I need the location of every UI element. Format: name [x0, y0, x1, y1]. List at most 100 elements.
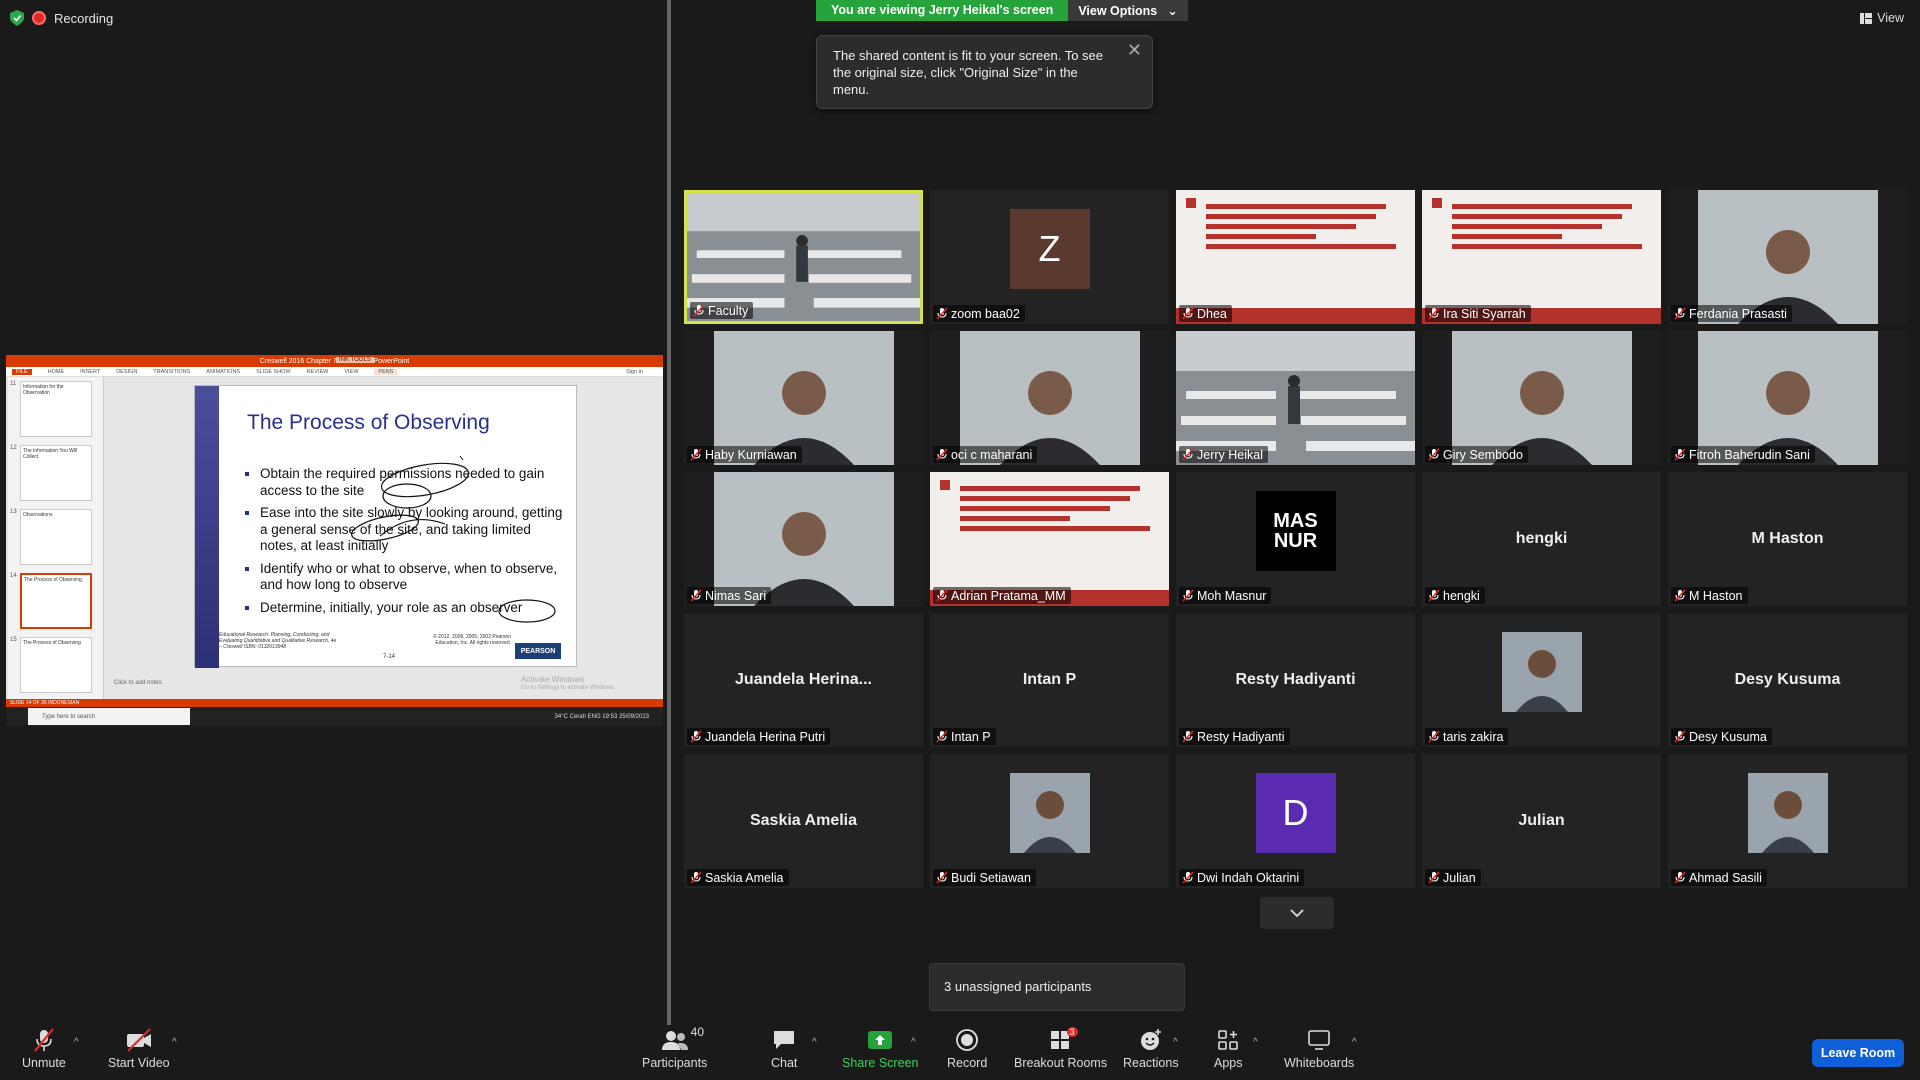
participant-name: zoom baa02: [951, 306, 1020, 321]
participant-tile[interactable]: Ira Siti Syarrah: [1422, 190, 1661, 324]
participant-tile[interactable]: Nimas Sari: [684, 472, 923, 606]
muted-mic-icon: [1674, 730, 1686, 743]
slide-thumbnails: 11 Information for the Observation 12 Th…: [8, 377, 104, 699]
next-page-button[interactable]: [1260, 897, 1334, 929]
grid-view-icon: [1860, 12, 1873, 24]
participant-name: Dwi Indah Oktarini: [1197, 870, 1300, 885]
participant-name: oci c maharani: [951, 447, 1033, 462]
whiteboards-button[interactable]: Whiteboards: [1284, 1027, 1354, 1070]
unmute-button[interactable]: Unmute: [22, 1027, 66, 1070]
muted-mic-icon: [1428, 307, 1440, 320]
participant-name-label: Moh Masnur: [1179, 587, 1272, 604]
view-label: View: [1877, 11, 1904, 25]
close-icon[interactable]: ✕: [1127, 41, 1142, 59]
view-button[interactable]: View: [1860, 11, 1904, 25]
participant-name: Juandela Herina Putri: [705, 729, 826, 744]
participant-tile[interactable]: Adrian Pratama_MM: [930, 472, 1169, 606]
participant-center-name: Desy Kusuma: [1734, 671, 1841, 688]
participant-photo: [1501, 632, 1582, 712]
ribbon-tab: DESIGN: [116, 368, 138, 375]
participant-name-label: Fitroh Baherudin Sani: [1671, 446, 1815, 463]
recording-indicator: Recording: [10, 10, 113, 26]
muted-mic-icon: [936, 730, 948, 743]
share-options-caret-icon[interactable]: ^: [911, 1037, 916, 1048]
participant-name-label: taris zakira: [1425, 728, 1509, 745]
participant-photo: [1009, 773, 1090, 853]
audio-options-caret-icon[interactable]: ^: [74, 1037, 79, 1048]
whiteboards-label: Whiteboards: [1284, 1056, 1355, 1070]
view-options-button[interactable]: View Options ⌄: [1068, 0, 1188, 21]
apps-button[interactable]: Apps: [1214, 1027, 1243, 1070]
thumb-number: 14: [10, 573, 17, 579]
participant-tile[interactable]: taris zakira: [1422, 613, 1661, 747]
participant-name: Resty Hadiyanti: [1197, 729, 1285, 744]
start-video-button[interactable]: Start Video: [108, 1027, 170, 1070]
participant-tile[interactable]: Julian Julian: [1422, 754, 1661, 888]
participant-tile[interactable]: Giry Sembodo: [1422, 331, 1661, 465]
record-button[interactable]: Record: [947, 1027, 987, 1070]
whiteboards-caret-icon[interactable]: ^: [1352, 1037, 1357, 1048]
participant-tile[interactable]: Faculty: [684, 190, 923, 324]
participant-tile[interactable]: Zzoom baa02: [930, 190, 1169, 324]
ribbon-tab: TRANSITIONS: [153, 368, 191, 375]
participant-name-label: Intan P: [933, 728, 996, 745]
participant-name: Jerry Heikal: [1197, 447, 1263, 462]
participant-tile[interactable]: Jerry Heikal: [1176, 331, 1415, 465]
participant-name-label: Desy Kusuma: [1671, 728, 1772, 745]
participant-avatar: D: [1255, 773, 1336, 853]
share-screen-button[interactable]: Share Screen: [842, 1027, 918, 1070]
thumb-number: 15: [10, 637, 17, 643]
participant-name: Nimas Sari: [705, 588, 767, 603]
participant-tile[interactable]: Desy Kusuma Desy Kusuma: [1668, 613, 1907, 747]
reactions-button[interactable]: Reactions: [1123, 1027, 1179, 1070]
breakout-badge: 3: [1066, 1027, 1078, 1037]
ink-tools-tab: INK TOOLS: [336, 357, 374, 363]
unassigned-participants-popup[interactable]: 3 unassigned participants: [929, 963, 1185, 1011]
pearson-logo: PEARSON: [515, 643, 561, 659]
muted-mic-icon: [34, 1028, 54, 1052]
participant-tile[interactable]: Ahmad Sasili: [1668, 754, 1907, 888]
participants-button[interactable]: 40 Participants: [642, 1025, 707, 1070]
thumb-title: Observations: [23, 512, 53, 518]
thumb-number: 12: [10, 445, 17, 451]
muted-mic-icon: [693, 304, 705, 317]
muted-mic-icon: [690, 448, 702, 461]
split-divider[interactable]: [667, 0, 671, 1025]
participant-tile[interactable]: Budi Setiawan: [930, 754, 1169, 888]
participant-tile[interactable]: Ferdania Prasasti: [1668, 190, 1907, 324]
participant-tile[interactable]: Juandela Herina... Juandela Herina Putri: [684, 613, 923, 747]
chat-button[interactable]: Chat: [771, 1027, 797, 1070]
participant-tile[interactable]: D Dwi Indah Oktarini: [1176, 754, 1415, 888]
ribbon-tab: FILE: [12, 368, 32, 375]
slide-copyright: © 2012, 2008, 2005, 2002 Pearson Educati…: [433, 634, 511, 646]
ribbon-tab: ANIMATIONS: [206, 368, 241, 375]
video-options-caret-icon[interactable]: ^: [172, 1037, 177, 1048]
participant-tile[interactable]: Dhea: [1176, 190, 1415, 324]
chat-label: Chat: [771, 1056, 798, 1070]
windows-taskbar: Type here to search 34°C Cerah ENG 19:53…: [6, 707, 663, 726]
participant-tile[interactable]: oci c maharani: [930, 331, 1169, 465]
participant-name-label: Saskia Amelia: [687, 869, 789, 886]
participant-tile[interactable]: Fitroh Baherudin Sani: [1668, 331, 1907, 465]
participant-center-name: Juandela Herina...: [735, 671, 872, 688]
participant-tile[interactable]: MAS NUR Moh Masnur: [1176, 472, 1415, 606]
thumb-number: 11: [10, 381, 17, 387]
apps-caret-icon[interactable]: ^: [1253, 1037, 1258, 1048]
leave-room-button[interactable]: Leave Room: [1812, 1039, 1904, 1067]
record-dot-icon: [32, 11, 46, 25]
participant-tile[interactable]: M Haston M Haston: [1668, 472, 1907, 606]
participant-tile[interactable]: hengki hengki: [1422, 472, 1661, 606]
muted-mic-icon: [1428, 589, 1440, 602]
participant-tile[interactable]: Intan P Intan P: [930, 613, 1169, 747]
participant-tile[interactable]: Resty Hadiyanti Resty Hadiyanti: [1176, 613, 1415, 747]
participant-tile[interactable]: Haby Kurniawan: [684, 331, 923, 465]
participant-name: Haby Kurniawan: [705, 447, 797, 462]
breakout-rooms-button[interactable]: 3 Breakout Rooms: [1014, 1027, 1107, 1070]
participant-tile[interactable]: Saskia Amelia Saskia Amelia: [684, 754, 923, 888]
muted-mic-icon: [1182, 448, 1194, 461]
chat-options-caret-icon[interactable]: ^: [812, 1037, 817, 1048]
chevron-down-icon: ⌄: [1167, 4, 1178, 18]
ribbon-tab: VIEW: [344, 368, 359, 375]
reactions-caret-icon[interactable]: ^: [1173, 1037, 1178, 1048]
taskbar-search: Type here to search: [28, 708, 190, 725]
